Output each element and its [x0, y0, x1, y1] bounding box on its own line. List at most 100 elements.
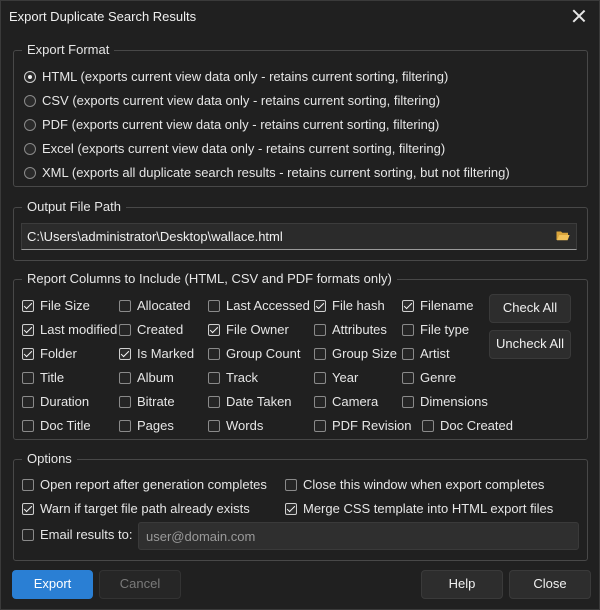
radio-html[interactable]: HTML (exports current view data only - r…: [24, 69, 448, 84]
checkbox-box[interactable]: [208, 371, 220, 384]
radio-indicator[interactable]: [24, 118, 36, 131]
check-all-button[interactable]: Check All: [489, 294, 571, 323]
checkbox-box[interactable]: [402, 371, 414, 384]
column-checkbox-duration[interactable]: Duration: [22, 394, 89, 409]
checkbox-box[interactable]: [402, 395, 414, 408]
help-button[interactable]: Help: [421, 570, 503, 599]
export-button[interactable]: Export: [12, 570, 93, 599]
checkbox-box[interactable]: [314, 299, 326, 312]
column-checkbox-words[interactable]: Words: [208, 418, 263, 433]
column-checkbox-file-hash[interactable]: File hash: [314, 298, 385, 313]
merge-css-checkbox[interactable]: Merge CSS template into HTML export file…: [285, 501, 553, 516]
column-checkbox-track[interactable]: Track: [208, 370, 258, 385]
column-checkbox-file-owner[interactable]: File Owner: [208, 322, 289, 337]
checkbox-box[interactable]: [22, 395, 34, 408]
checkbox-box[interactable]: [119, 419, 131, 432]
checkbox-box[interactable]: [402, 323, 414, 336]
checkbox-box[interactable]: [314, 371, 326, 384]
checkbox-box[interactable]: [208, 395, 220, 408]
column-checkbox-year[interactable]: Year: [314, 370, 358, 385]
checkbox-label: Bitrate: [137, 394, 175, 409]
column-checkbox-last-modified[interactable]: Last modified: [22, 322, 117, 337]
column-checkbox-pages[interactable]: Pages: [119, 418, 174, 433]
column-checkbox-doc-title[interactable]: Doc Title: [22, 418, 91, 433]
checkbox-box[interactable]: [22, 478, 34, 491]
checkbox-box[interactable]: [22, 323, 34, 336]
column-checkbox-filename[interactable]: Filename: [402, 298, 473, 313]
column-checkbox-allocated[interactable]: Allocated: [119, 298, 190, 313]
checkbox-label: Email results to:: [40, 527, 133, 542]
checkbox-box[interactable]: [119, 347, 131, 360]
radio-indicator[interactable]: [24, 166, 36, 179]
checkbox-box[interactable]: [22, 371, 34, 384]
column-checkbox-genre[interactable]: Genre: [402, 370, 456, 385]
column-checkbox-camera[interactable]: Camera: [314, 394, 378, 409]
column-checkbox-created[interactable]: Created: [119, 322, 183, 337]
checkbox-box[interactable]: [119, 371, 131, 384]
checkbox-box[interactable]: [314, 347, 326, 360]
column-checkbox-file-type[interactable]: File type: [402, 322, 469, 337]
column-checkbox-is-marked[interactable]: Is Marked: [119, 346, 194, 361]
column-checkbox-group-count[interactable]: Group Count: [208, 346, 300, 361]
checkbox-box[interactable]: [422, 419, 434, 432]
column-checkbox-folder[interactable]: Folder: [22, 346, 77, 361]
checkbox-label: Genre: [420, 370, 457, 385]
title-bar: Export Duplicate Search Results: [1, 1, 599, 31]
radio-excel[interactable]: Excel (exports current view data only - …: [24, 141, 445, 156]
uncheck-all-button[interactable]: Uncheck All: [489, 330, 571, 359]
warn-exists-checkbox[interactable]: Warn if target file path already exists: [22, 501, 250, 516]
checkbox-box[interactable]: [208, 299, 220, 312]
checkbox-box[interactable]: [119, 299, 131, 312]
radio-pdf[interactable]: PDF (exports current view data only - re…: [24, 117, 439, 132]
checkbox-box[interactable]: [285, 502, 297, 515]
column-checkbox-attributes[interactable]: Attributes: [314, 322, 387, 337]
column-checkbox-album[interactable]: Album: [119, 370, 174, 385]
checkbox-box[interactable]: [22, 347, 34, 360]
checkbox-box[interactable]: [402, 347, 414, 360]
column-checkbox-last-accessed[interactable]: Last Accessed: [208, 298, 310, 313]
radio-indicator[interactable]: [24, 94, 36, 107]
checkbox-box[interactable]: [119, 395, 131, 408]
checkbox-box[interactable]: [314, 419, 326, 432]
folder-open-icon[interactable]: [556, 230, 570, 241]
column-checkbox-group-size[interactable]: Group Size: [314, 346, 397, 361]
cancel-button[interactable]: Cancel: [99, 570, 181, 599]
checkbox-label: Allocated: [137, 298, 191, 313]
checkbox-label: Close this window when export completes: [303, 477, 545, 492]
checkbox-box[interactable]: [208, 419, 220, 432]
checkbox-label: Open report after generation completes: [40, 477, 267, 492]
checkbox-box[interactable]: [22, 502, 34, 515]
radio-label: HTML (exports current view data only - r…: [42, 69, 449, 84]
email-input[interactable]: user@domain.com: [138, 522, 579, 550]
column-checkbox-bitrate[interactable]: Bitrate: [119, 394, 175, 409]
checkbox-box[interactable]: [208, 323, 220, 336]
radio-indicator[interactable]: [24, 142, 36, 155]
checkbox-box[interactable]: [22, 299, 34, 312]
checkbox-label: Dimensions: [420, 394, 488, 409]
email-results-checkbox[interactable]: Email results to:: [22, 527, 132, 542]
close-icon[interactable]: [569, 6, 589, 26]
column-checkbox-doc-created[interactable]: Doc Created: [422, 418, 513, 433]
checkbox-box[interactable]: [314, 395, 326, 408]
column-checkbox-date-taken[interactable]: Date Taken: [208, 394, 292, 409]
checkbox-box[interactable]: [402, 299, 414, 312]
checkbox-label: Doc Title: [40, 418, 91, 433]
output-path-input[interactable]: C:\Users\administrator\Desktop\wallace.h…: [21, 223, 577, 250]
checkbox-box[interactable]: [314, 323, 326, 336]
checkbox-box[interactable]: [208, 347, 220, 360]
checkbox-box[interactable]: [285, 478, 297, 491]
column-checkbox-title[interactable]: Title: [22, 370, 64, 385]
radio-indicator[interactable]: [24, 70, 36, 83]
column-checkbox-dimensions[interactable]: Dimensions: [402, 394, 488, 409]
radio-xml[interactable]: XML (exports all duplicate search result…: [24, 165, 510, 180]
radio-csv[interactable]: CSV (exports current view data only - re…: [24, 93, 440, 108]
checkbox-box[interactable]: [119, 323, 131, 336]
checkbox-box[interactable]: [22, 528, 34, 541]
open-report-checkbox[interactable]: Open report after generation completes: [22, 477, 267, 492]
checkbox-box[interactable]: [22, 419, 34, 432]
close-button[interactable]: Close: [509, 570, 591, 599]
column-checkbox-pdf-revision[interactable]: PDF Revision: [314, 418, 411, 433]
close-window-checkbox[interactable]: Close this window when export completes: [285, 477, 544, 492]
column-checkbox-file-size[interactable]: File Size: [22, 298, 90, 313]
column-checkbox-artist[interactable]: Artist: [402, 346, 450, 361]
